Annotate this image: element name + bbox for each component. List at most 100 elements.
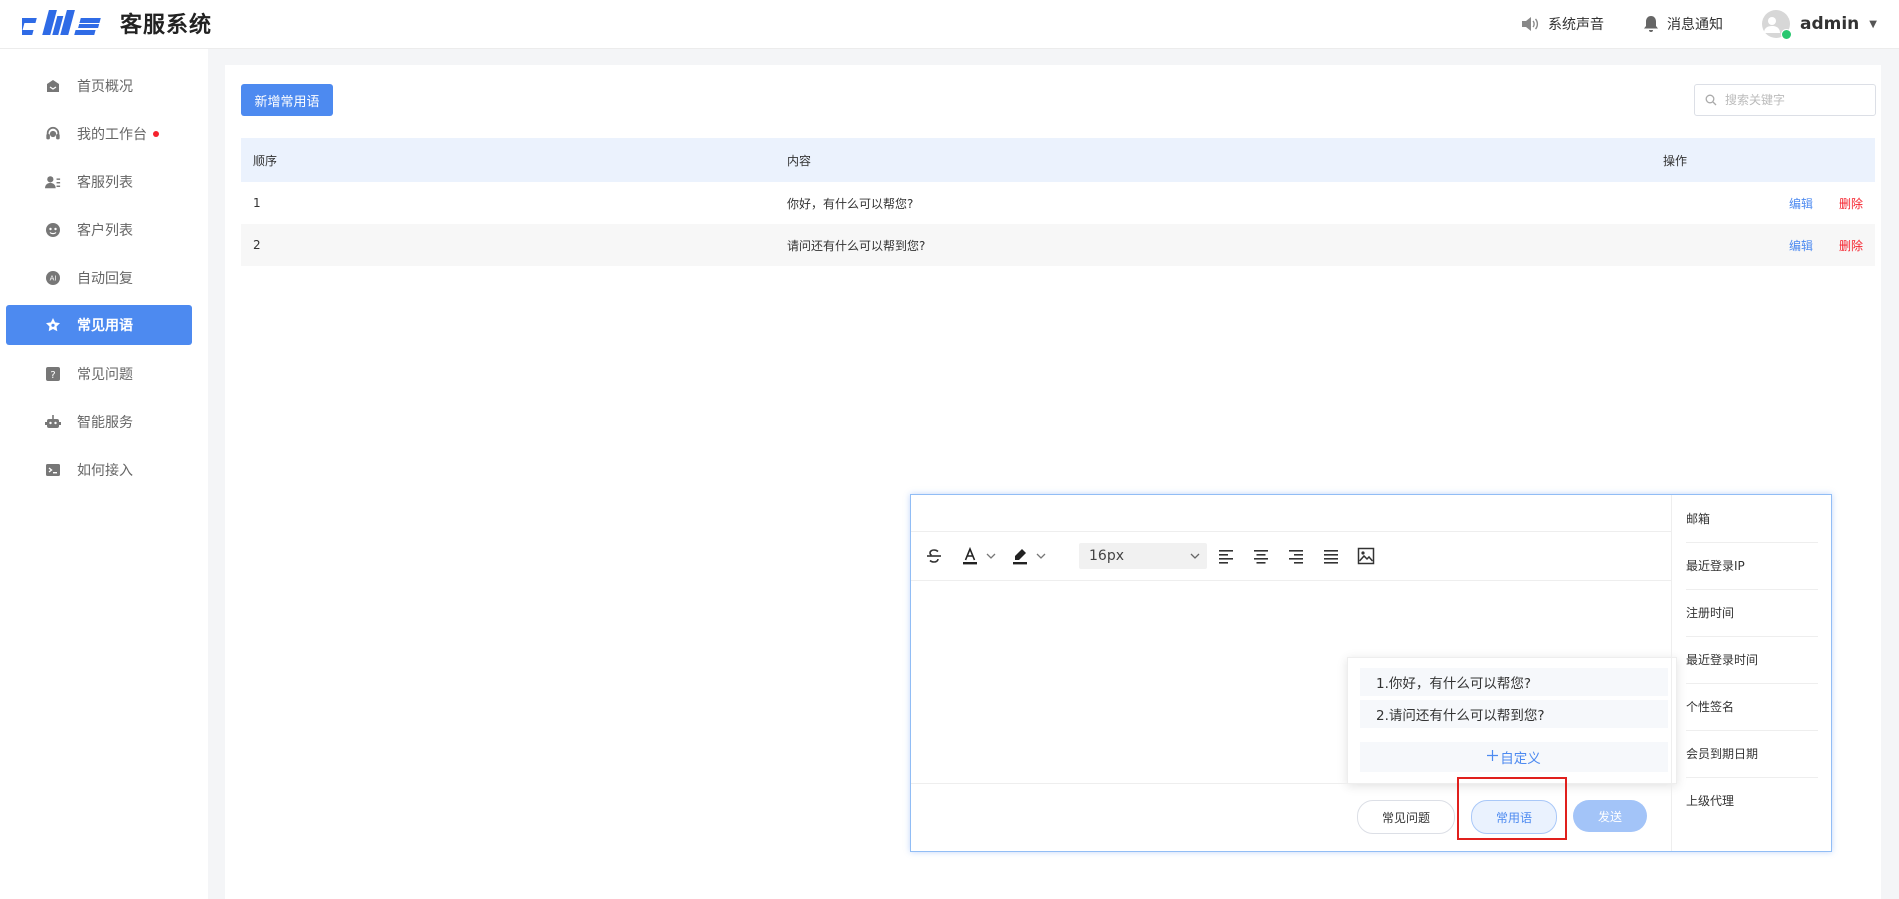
robot-icon [45, 414, 61, 430]
chat-header [911, 495, 1671, 532]
info-field-last-login-ip: 最近登录IP [1686, 542, 1818, 590]
online-status-dot [1781, 29, 1792, 40]
info-field-member-expiry: 会员到期日期 [1686, 730, 1818, 778]
info-field-last-login-time: 最近登录时间 [1686, 636, 1818, 684]
sidebar-item-common-phrases[interactable]: 常见用语 [6, 305, 192, 345]
edit-link[interactable]: 编辑 [1789, 239, 1813, 253]
table-header-row: 顺序 内容 操作 [241, 138, 1875, 182]
phrases-table: 顺序 内容 操作 1 你好，有什么可以帮您? 编辑 删除 2 请问还有什么可以帮到… [241, 138, 1875, 266]
sidebar-item-label: 客服列表 [77, 175, 133, 191]
cms-logo-icon [22, 10, 101, 35]
align-right-button[interactable] [1287, 544, 1305, 568]
sidebar-item-customer-list[interactable]: 客户列表 [6, 210, 192, 250]
strikethrough-button[interactable] [925, 544, 943, 568]
bell-icon [1644, 16, 1658, 32]
chevron-down-icon [1190, 553, 1200, 559]
sidebar-item-faq[interactable]: ? 常见问题 [6, 354, 192, 394]
sidebar-item-workbench[interactable]: 我的工作台 [6, 114, 192, 154]
faq-button[interactable]: 常见问题 [1357, 800, 1455, 834]
delete-link[interactable]: 删除 [1839, 197, 1863, 211]
user-silhouette-icon [1764, 17, 1780, 33]
sidebar-item-label: 客户列表 [77, 223, 133, 239]
highlight-box [1457, 777, 1567, 840]
align-right-icon [1289, 550, 1303, 564]
sidebar: 首页概况 我的工作台 客服列表 客户列表 AI 自动回复 常见用语 ? 常见问题… [0, 49, 208, 899]
custom-phrase-button[interactable]: 自定义 [1360, 742, 1668, 772]
sidebar-item-home[interactable]: 首页概况 [6, 66, 192, 106]
search-icon [1705, 94, 1717, 106]
table-row: 2 请问还有什么可以帮到您? 编辑 删除 [241, 224, 1875, 266]
top-header: 客服系统 系统声音 消息通知 admin ▼ [0, 0, 1899, 49]
sidebar-item-smart-service[interactable]: 智能服务 [6, 402, 192, 442]
terminal-icon [45, 462, 61, 478]
image-icon [1357, 547, 1375, 565]
row-order: 2 [241, 224, 786, 266]
row-content: 你好，有什么可以帮您? [787, 196, 914, 211]
system-sound-label: 系统声音 [1548, 17, 1604, 33]
sidebar-item-agent-list[interactable]: 客服列表 [6, 162, 192, 202]
phrase-option[interactable]: 1.你好，有什么可以帮您? [1360, 668, 1668, 696]
justify-icon [1324, 550, 1338, 564]
home-icon [45, 78, 61, 94]
star-icon [45, 317, 61, 333]
highlight-color-button[interactable] [1011, 544, 1047, 568]
sidebar-item-label: 智能服务 [77, 415, 133, 431]
caret-down-icon: ▼ [1869, 18, 1877, 30]
search-input[interactable] [1723, 92, 1867, 108]
common-phrases-popover: 1.你好，有什么可以帮您? 2.请问还有什么可以帮到您? 自定义 [1347, 657, 1677, 784]
unread-badge [153, 131, 159, 137]
info-field-parent-agent: 上级代理 [1686, 794, 1735, 808]
font-size-select[interactable]: 16px [1079, 543, 1207, 569]
search-box[interactable] [1694, 84, 1876, 116]
delete-link[interactable]: 删除 [1839, 239, 1863, 253]
notification-toggle[interactable]: 消息通知 [1643, 0, 1723, 48]
user-menu[interactable]: admin ▼ [1762, 0, 1877, 48]
justify-button[interactable] [1322, 544, 1340, 568]
sidebar-item-label: 如何接入 [77, 463, 133, 479]
info-field-signature: 个性签名 [1686, 683, 1818, 731]
send-button[interactable]: 发送 [1573, 800, 1647, 832]
insert-image-button[interactable] [1357, 544, 1375, 568]
column-header-order: 顺序 [241, 138, 786, 182]
column-header-content: 内容 [786, 138, 1662, 182]
sidebar-item-label: 首页概况 [77, 79, 133, 95]
table-row: 1 你好，有什么可以帮您? 编辑 删除 [241, 182, 1875, 224]
add-phrase-button[interactable]: 新增常用语 [241, 84, 333, 116]
align-left-button[interactable] [1217, 544, 1235, 568]
chevron-down-icon [986, 553, 996, 559]
info-field-email: 邮箱 [1686, 495, 1818, 543]
customer-info-panel: 邮箱 最近登录IP 注册时间 最近登录时间 个性签名 会员到期日期 上级代理 [1671, 495, 1832, 851]
row-actions: 编辑 删除 [1662, 224, 1875, 266]
sidebar-item-auto-reply[interactable]: AI 自动回复 [6, 258, 192, 298]
sidebar-item-how-to-integrate[interactable]: 如何接入 [6, 450, 192, 490]
info-field-register-time: 注册时间 [1686, 589, 1818, 637]
sidebar-item-label: 常见问题 [77, 367, 133, 383]
font-color-icon [963, 547, 977, 565]
sidebar-item-label: 我的工作台 [77, 127, 147, 143]
font-color-button[interactable] [961, 544, 997, 568]
auto-reply-icon: AI [45, 270, 61, 286]
align-center-button[interactable] [1252, 544, 1270, 568]
agent-list-icon [45, 174, 61, 190]
edit-link[interactable]: 编辑 [1789, 197, 1813, 211]
chevron-down-icon [1036, 553, 1046, 559]
user-name: admin [1800, 14, 1860, 34]
row-order: 1 [253, 196, 261, 210]
phrase-option[interactable]: 2.请问还有什么可以帮到您? [1360, 700, 1668, 728]
editor-toolbar: 16px [911, 532, 1671, 581]
align-center-icon [1254, 550, 1268, 564]
sidebar-item-label: 自动回复 [77, 271, 133, 287]
sidebar-item-label: 常见用语 [77, 318, 133, 334]
row-actions: 编辑 删除 [1662, 182, 1875, 224]
plus-icon [1487, 749, 1499, 761]
system-sound-toggle[interactable]: 系统声音 [1520, 0, 1604, 48]
chat-panel: 16px 1.你好，有什么可以帮您? 2.请问还有什么可以帮到您? 自定义 常见… [910, 494, 1832, 852]
svg-text:?: ? [50, 370, 55, 381]
headset-icon [45, 126, 61, 142]
customer-icon [45, 222, 61, 238]
app-title: 客服系统 [120, 13, 213, 38]
align-left-icon [1219, 550, 1233, 564]
avatar [1762, 10, 1792, 40]
svg-text:AI: AI [50, 275, 57, 283]
notification-label: 消息通知 [1667, 17, 1723, 33]
